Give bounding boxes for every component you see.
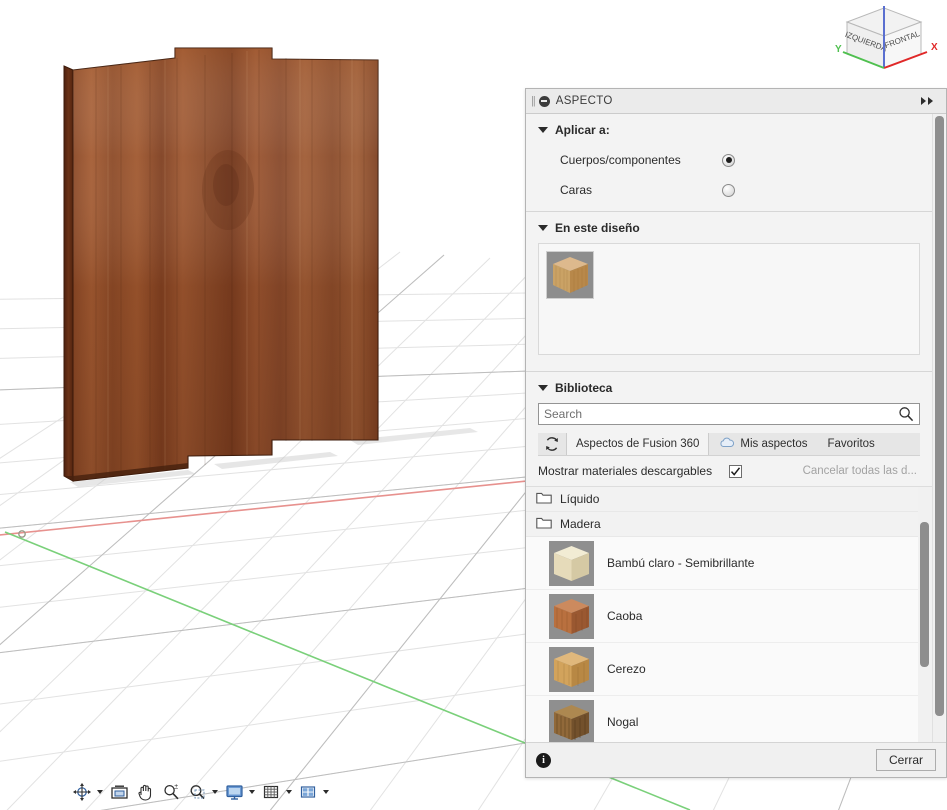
section-header-aplicar-a[interactable]: Aplicar a: — [526, 114, 932, 145]
library-material-bambu-claro[interactable]: Bambú claro - Semibrillante — [526, 537, 918, 590]
section-header-en-este-diseno[interactable]: En este diseño — [526, 212, 932, 243]
tab-mis-aspectos[interactable]: Mis aspectos — [709, 433, 817, 455]
orbit-icon[interactable] — [70, 780, 94, 804]
navigation-toolbar: ± — [66, 779, 335, 805]
viewports-dropdown-caret[interactable] — [320, 780, 331, 804]
pan-hand-icon[interactable] — [133, 780, 157, 804]
tab-label-mis-aspectos: Mis aspectos — [740, 438, 808, 450]
search-input[interactable] — [538, 403, 920, 425]
model-wooden-panel — [63, 47, 379, 482]
library-material-cerezo[interactable]: Cerezo — [526, 643, 918, 696]
zoom-window-dropdown-caret[interactable] — [209, 780, 220, 804]
library-material-nogal[interactable]: Nogal — [526, 696, 918, 742]
minus-dot-icon[interactable] — [538, 95, 550, 107]
zoom-icon[interactable]: ± — [159, 780, 183, 804]
axis-x-label: X — [931, 42, 938, 53]
section-header-biblioteca[interactable]: Biblioteca — [526, 372, 932, 403]
tab-label-aspectos-de-fusion-360: Aspectos de Fusion 360 — [576, 438, 700, 450]
panel-title: ASPECTO — [555, 95, 613, 107]
origin-marker — [18, 530, 26, 538]
zoom-window-tool-group — [185, 780, 220, 804]
library-options-row: Mostrar materiales descargables Cancelar… — [538, 456, 920, 486]
close-button[interactable]: Cerrar — [876, 749, 936, 771]
material-name: Cerezo — [607, 662, 646, 676]
panel-scroll-area: Aplicar a: Cuerpos/componentes Caras En … — [526, 114, 946, 742]
show-downloadable-checkbox[interactable] — [729, 464, 743, 478]
fusion360-window: IZQUIERDA FRONTAL X Y ± || ASPECTO Aplic… — [0, 0, 947, 810]
cloud-icon — [719, 437, 735, 451]
panel-body: Aplicar a: Cuerpos/componentes Caras En … — [526, 114, 946, 742]
cancel-all-downloads-link[interactable]: Cancelar todas las d... — [803, 465, 920, 477]
grid-snaps-dropdown-caret[interactable] — [283, 780, 294, 804]
viewports-tool-group — [296, 780, 331, 804]
library-folder-liquido[interactable]: Líquido — [526, 487, 918, 512]
radio-row-caras[interactable]: Caras — [526, 175, 932, 205]
svg-text:±: ± — [174, 784, 178, 791]
grid-snaps-icon[interactable] — [259, 780, 283, 804]
axis-y-label: Y — [835, 44, 842, 55]
material-thumbnail — [549, 593, 594, 639]
library-tabbar: Aspectos de Fusion 360 Mis aspectos Favo… — [538, 433, 920, 456]
triangle-down-icon — [538, 385, 548, 391]
display-settings-icon[interactable] — [222, 780, 246, 804]
in-design-appearance-list[interactable] — [538, 243, 920, 355]
radio-label-caras: Caras — [560, 183, 593, 197]
radio-caras[interactable] — [722, 183, 735, 197]
library-list-inner: Líquido Madera Bambú claro - Semibrillan… — [526, 487, 918, 742]
appearance-panel: || ASPECTO Aplicar a: Cuerpos/componente — [525, 88, 947, 778]
zoom-window-icon[interactable] — [185, 780, 209, 804]
material-thumbnail — [549, 699, 594, 742]
double-chevron-right-icon[interactable] — [916, 96, 941, 106]
grid-snaps-tool-group — [259, 780, 294, 804]
viewcube[interactable]: IZQUIERDA FRONTAL X Y — [829, 2, 939, 80]
tab-aspectos-de-fusion-360[interactable]: Aspectos de Fusion 360 — [566, 433, 710, 455]
triangle-down-icon — [538, 225, 548, 231]
folder-icon — [536, 491, 552, 507]
section-title-biblioteca: Biblioteca — [555, 381, 613, 395]
folder-icon — [536, 516, 552, 532]
show-downloadable-label: Mostrar materiales descargables — [538, 464, 713, 478]
panel-footer: i Cerrar — [526, 742, 946, 777]
library-folder-madera[interactable]: Madera — [526, 512, 918, 537]
radio-row-cuerpos-componentes[interactable]: Cuerpos/componentes — [526, 145, 932, 175]
radio-cuerpos-componentes[interactable] — [722, 153, 735, 167]
material-name: Caoba — [607, 609, 643, 623]
tab-favoritos[interactable]: Favoritos — [818, 433, 885, 455]
drag-grip-icon[interactable]: || — [531, 95, 537, 107]
library-folder-label: Líquido — [560, 492, 600, 506]
triangle-down-icon — [538, 127, 548, 133]
material-name: Bambú claro - Semibrillante — [607, 556, 755, 570]
library-folder-label: Madera — [560, 517, 601, 531]
library-list-scrollbar[interactable] — [918, 487, 932, 742]
material-thumbnail — [549, 646, 594, 692]
refresh-icon[interactable] — [538, 433, 566, 455]
library-list[interactable]: Líquido Madera Bambú claro - Semibrillan… — [526, 486, 932, 742]
search-icon[interactable] — [898, 406, 914, 422]
panel-scroll-thumb[interactable] — [935, 116, 944, 716]
library-material-caoba[interactable]: Caoba — [526, 590, 918, 643]
tab-label-favoritos: Favoritos — [827, 438, 875, 450]
orbit-dropdown-caret[interactable] — [94, 780, 105, 804]
panel-titlebar[interactable]: || ASPECTO — [526, 89, 946, 114]
radio-label-cuerpos-componentes: Cuerpos/componentes — [560, 153, 681, 167]
viewports-icon[interactable] — [296, 780, 320, 804]
section-title-en-este-diseno: En este diseño — [555, 221, 640, 235]
section-title-aplicar-a: Aplicar a: — [555, 123, 610, 137]
library-list-scroll-thumb[interactable] — [920, 522, 929, 667]
material-thumbnail — [549, 540, 594, 586]
library-search-wrapper — [538, 403, 920, 425]
look-at-icon[interactable] — [107, 780, 131, 804]
panel-scrollbar[interactable] — [932, 114, 945, 742]
orbit-tool-group — [70, 780, 105, 804]
material-name: Nogal — [607, 715, 639, 729]
display-settings-tool-group — [222, 780, 257, 804]
in-design-swatch-madera[interactable] — [546, 251, 594, 299]
display-settings-dropdown-caret[interactable] — [246, 780, 257, 804]
info-icon[interactable]: i — [536, 752, 551, 768]
